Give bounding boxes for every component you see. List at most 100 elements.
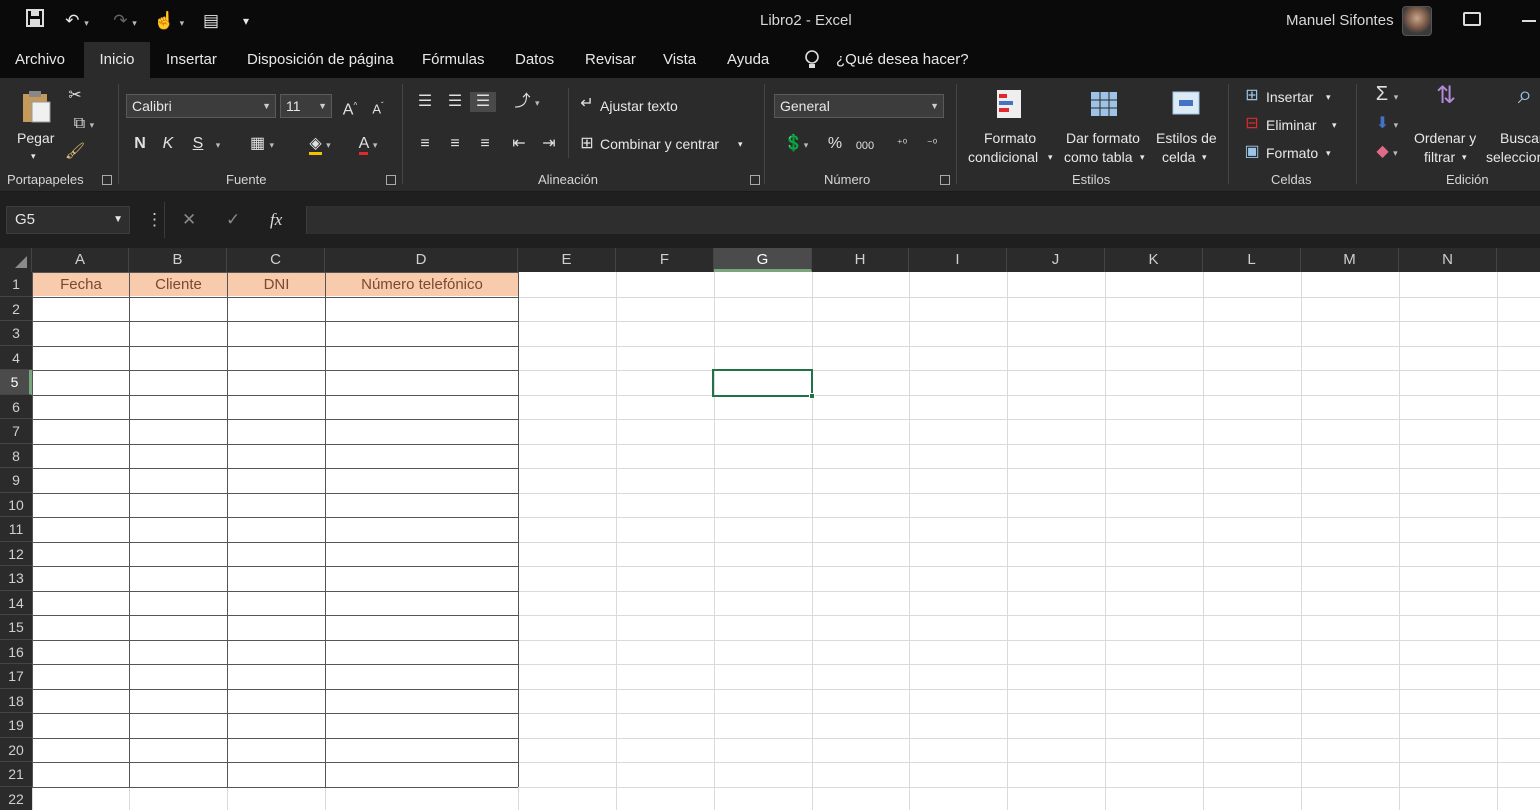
tab-vista[interactable]: Vista — [657, 42, 702, 78]
tab-datos[interactable]: Datos — [509, 42, 560, 78]
paste-dropdown-icon[interactable]: ▾ — [31, 148, 36, 165]
column-header-c[interactable]: C — [227, 248, 325, 272]
row-header-11[interactable]: 11 — [0, 517, 32, 542]
form-icon[interactable]: ▤ — [198, 8, 224, 34]
row-header-15[interactable]: 15 — [0, 615, 32, 640]
delete-cells-button[interactable]: Eliminar — [1266, 117, 1317, 134]
header-cell-d[interactable]: Número telefónico — [326, 273, 518, 296]
row-header-10[interactable]: 10 — [0, 492, 32, 517]
decrease-font-icon[interactable]: Aˇ — [368, 96, 388, 119]
paste-button[interactable]: Pegar — [17, 130, 54, 147]
enter-icon[interactable]: ✓ — [226, 206, 240, 234]
save-icon[interactable] — [22, 8, 48, 34]
tab-formulas[interactable]: Fórmulas — [416, 42, 491, 78]
conditional-format-dropdown-icon[interactable]: ▾ — [1048, 149, 1053, 166]
row-header-5[interactable]: 5 — [0, 370, 32, 395]
row-header-22[interactable]: 22 — [0, 786, 32, 810]
merge-dropdown-icon[interactable]: ▾ — [738, 136, 743, 153]
underline-button[interactable]: S — [190, 134, 206, 154]
formula-input[interactable] — [306, 206, 1540, 234]
column-header-b[interactable]: B — [129, 248, 227, 272]
row-header-3[interactable]: 3 — [0, 321, 32, 346]
percent-button[interactable]: % — [824, 134, 846, 154]
insert-dropdown-icon[interactable]: ▾ — [1326, 89, 1331, 106]
cut-icon[interactable]: ✂ — [64, 86, 86, 106]
tab-inicio[interactable]: Inicio — [84, 42, 150, 78]
number-format-select[interactable]: General ▼ — [774, 94, 944, 118]
wrap-text-button[interactable]: Ajustar texto — [600, 98, 678, 115]
align-right-icon[interactable]: ≡ — [474, 134, 496, 154]
sort-filter-label-1[interactable]: Ordenar y — [1414, 130, 1476, 147]
clipboard-launcher-icon[interactable] — [102, 175, 112, 185]
column-header-e[interactable]: E — [518, 248, 616, 272]
font-size-select[interactable]: 11 ▼ — [280, 94, 332, 118]
header-cell-a[interactable]: Fecha — [33, 273, 129, 296]
sort-filter-icon[interactable]: ⇅ — [1426, 84, 1466, 124]
redo-icon[interactable]: ↷ ▾ — [106, 8, 144, 34]
decrease-indent-icon[interactable]: ⇤ — [508, 134, 530, 154]
align-middle-icon[interactable]: ☰ — [444, 92, 466, 112]
tab-ayuda[interactable]: Ayuda — [721, 42, 775, 78]
touch-mode-icon[interactable]: ☝ ▾ — [150, 8, 188, 34]
format-cells-icon[interactable]: ▣ — [1242, 142, 1262, 162]
conditional-format-label-1[interactable]: Formato — [984, 130, 1036, 147]
autosum-icon[interactable]: Σ ▾ — [1368, 84, 1406, 107]
fill-icon[interactable]: ⬇ ▾ — [1368, 114, 1406, 135]
avatar[interactable] — [1402, 6, 1432, 36]
row-header-17[interactable]: 17 — [0, 664, 32, 689]
increase-font-icon[interactable]: A^ — [340, 96, 360, 120]
borders-icon[interactable]: ▦ ▾ — [244, 134, 280, 155]
row-header-9[interactable]: 9 — [0, 468, 32, 493]
number-launcher-icon[interactable] — [940, 175, 950, 185]
more-options-icon[interactable]: ⋮ — [146, 206, 163, 234]
fill-handle[interactable] — [809, 393, 815, 399]
sort-filter-dropdown-icon[interactable]: ▾ — [1462, 149, 1467, 166]
format-dropdown-icon[interactable]: ▾ — [1326, 145, 1331, 162]
delete-cells-icon[interactable]: ⊟ — [1242, 114, 1262, 134]
alignment-launcher-icon[interactable] — [750, 175, 760, 185]
font-name-select[interactable]: Calibri ▼ — [126, 94, 276, 118]
conditional-format-icon[interactable] — [992, 86, 1030, 124]
sort-filter-label-2[interactable]: filtrar — [1424, 149, 1455, 166]
merge-center-icon[interactable]: ⊞ — [578, 134, 596, 154]
column-header-f[interactable]: F — [616, 248, 714, 272]
column-header-k[interactable]: K — [1105, 248, 1203, 272]
align-center-icon[interactable]: ≡ — [444, 134, 466, 154]
cell-styles-label-1[interactable]: Estilos de — [1156, 130, 1217, 147]
column-header-j[interactable]: J — [1007, 248, 1105, 272]
name-box[interactable]: G5 ▼ — [6, 206, 130, 234]
tab-archivo[interactable]: Archivo — [9, 42, 71, 78]
increase-indent-icon[interactable]: ⇥ — [538, 134, 560, 154]
column-header-a[interactable]: A — [32, 248, 129, 272]
format-table-label-2[interactable]: como tabla — [1064, 149, 1132, 166]
insert-function-button[interactable]: fx — [270, 206, 282, 234]
tab-disposicion[interactable]: Disposición de página — [241, 42, 400, 78]
align-left-icon[interactable]: ≡ — [414, 134, 436, 154]
align-top-icon[interactable]: ☰ — [414, 92, 436, 112]
header-cell-c[interactable]: DNI — [228, 273, 325, 296]
italic-button[interactable]: K — [160, 134, 176, 154]
column-header-m[interactable]: M — [1301, 248, 1399, 272]
row-header-20[interactable]: 20 — [0, 737, 32, 762]
header-cell-b[interactable]: Cliente — [130, 273, 227, 296]
format-cells-button[interactable]: Formato — [1266, 145, 1318, 162]
row-header-19[interactable]: 19 — [0, 713, 32, 738]
find-select-label-2[interactable]: seleccionar — [1486, 149, 1540, 166]
column-header-h[interactable]: H — [812, 248, 909, 272]
format-table-dropdown-icon[interactable]: ▾ — [1140, 149, 1145, 166]
column-header-g[interactable]: G — [714, 248, 812, 272]
row-header-16[interactable]: 16 — [0, 639, 32, 664]
row-header-18[interactable]: 18 — [0, 688, 32, 713]
clear-icon[interactable]: ◆ ▾ — [1368, 142, 1406, 163]
paste-icon[interactable] — [18, 88, 54, 124]
underline-dropdown-icon[interactable]: ▾ — [212, 134, 224, 155]
insert-cells-button[interactable]: Insertar — [1266, 89, 1313, 106]
wrap-text-icon[interactable]: ↵ — [578, 94, 596, 114]
cell-styles-label-2[interactable]: celda — [1162, 149, 1195, 166]
merge-center-button[interactable]: Combinar y centrar — [600, 136, 719, 153]
selected-cell[interactable] — [712, 369, 813, 397]
row-header-8[interactable]: 8 — [0, 443, 32, 468]
row-header-6[interactable]: 6 — [0, 394, 32, 419]
customize-toolbar-icon[interactable]: ▾ — [236, 8, 256, 34]
find-select-label-1[interactable]: Buscar y — [1500, 130, 1540, 147]
